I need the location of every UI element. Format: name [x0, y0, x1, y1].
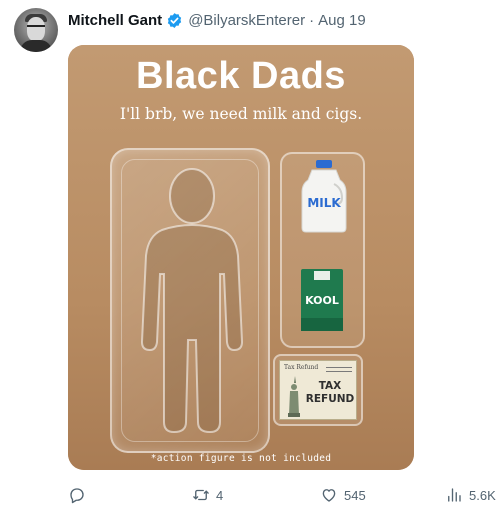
- like-button[interactable]: 545: [320, 480, 366, 510]
- views-icon: [448, 488, 461, 502]
- tax-label-line2: REFUND: [305, 393, 355, 405]
- views-count: 5.6K: [469, 487, 496, 503]
- image-subtitle: I'll brb, we need milk and cigs.: [119, 105, 363, 123]
- retweet-button[interactable]: 4: [192, 480, 223, 510]
- tax-label-line1: TAX: [318, 380, 342, 392]
- milk-label: MILK: [307, 196, 341, 210]
- accessory-blister: MILK KOOL: [280, 152, 365, 348]
- author-name[interactable]: Mitchell Gant: [68, 12, 162, 29]
- retweet-count: 4: [216, 487, 224, 503]
- tweet-image[interactable]: Black Dads I'll brb, we need milk and ci…: [68, 45, 414, 470]
- tax-check-rule: [326, 367, 352, 368]
- tweet: Mitchell Gant @BilyarskEnterer · Aug 19 …: [0, 0, 500, 518]
- avatar-face: [27, 17, 45, 41]
- reply-icon: [70, 488, 84, 504]
- retweet-icon: [193, 489, 209, 501]
- tax-check-header: Tax Refund: [284, 364, 319, 371]
- reply-button[interactable]: [68, 480, 92, 510]
- statue-of-liberty-icon: [288, 376, 300, 417]
- tax-refund-label: TAX REFUND: [303, 380, 357, 406]
- empty-figure-blister: [110, 148, 270, 453]
- tax-refund-check: Tax Refund TAX REFUND: [279, 360, 357, 420]
- image-title: Black Dads: [136, 55, 346, 97]
- author-handle[interactable]: @BilyarskEnterer: [188, 12, 305, 29]
- avatar-glasses: [27, 25, 45, 29]
- tweet-date[interactable]: Aug 19: [318, 12, 366, 29]
- figure-silhouette-icon: [140, 168, 244, 434]
- views-button[interactable]: 5.6K: [445, 480, 496, 510]
- tax-check-rule: [326, 371, 352, 372]
- tweet-actions: 4 545 5.6K: [0, 480, 500, 510]
- tax-refund-blister: Tax Refund TAX REFUND: [273, 354, 363, 426]
- like-count: 545: [344, 487, 366, 503]
- avatar-suit: [20, 40, 52, 52]
- cigs-label: KOOL: [305, 294, 339, 307]
- tweet-header: Mitchell Gant @BilyarskEnterer · Aug 19: [68, 9, 366, 31]
- image-footnote: *action figure is not included: [150, 453, 332, 464]
- separator-dot: ·: [309, 11, 315, 29]
- avatar[interactable]: [14, 8, 58, 52]
- verified-badge-icon: [166, 12, 183, 29]
- heart-icon: [322, 489, 336, 502]
